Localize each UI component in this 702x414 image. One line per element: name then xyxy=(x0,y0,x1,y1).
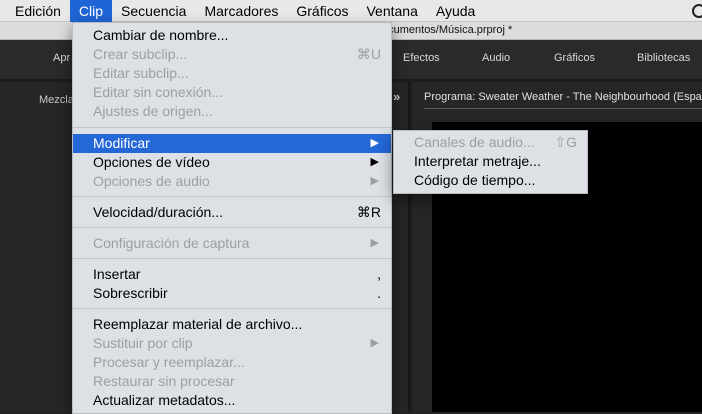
tab-underline xyxy=(424,108,702,109)
program-monitor-title[interactable]: Programa: Sweater Weather - The Neighbou… xyxy=(424,91,702,103)
menu-item-sobrescribir[interactable]: Sobrescribir . xyxy=(73,284,391,303)
menubar-secuencia[interactable]: Secuencia xyxy=(112,0,195,22)
menu-item-label: Velocidad/duración... xyxy=(93,204,223,220)
workspace-tab-graficos[interactable]: Gráficos xyxy=(554,52,595,64)
menu-item-label: Sobrescribir xyxy=(93,285,168,301)
menubar-marcadores[interactable]: Marcadores xyxy=(195,0,287,22)
menu-item-label: Editar sin conexión... xyxy=(93,84,223,100)
menu-item-label: Actualizar metadatos... xyxy=(93,392,236,408)
menu-item-label: Configuración de captura xyxy=(93,235,250,251)
menu-separator xyxy=(73,196,391,197)
menu-item-ajustes-origen: Ajustes de origen... xyxy=(73,102,391,121)
menubar-clip[interactable]: Clip xyxy=(69,0,113,22)
menu-item-label: Restaurar sin procesar xyxy=(93,373,235,389)
menu-item-shortcut: ⇧G xyxy=(554,134,577,150)
submenu-arrow-icon: ▶ xyxy=(370,337,379,349)
menu-item-label: Editar subclip... xyxy=(93,65,189,81)
workspace-tab-bibliotecas[interactable]: Bibliotecas xyxy=(637,52,690,64)
clip-menu: Cambiar de nombre... Crear subclip... ⌘U… xyxy=(72,22,392,414)
submenu-item-canales-audio: Canales de audio... ⇧G xyxy=(394,133,587,152)
menu-item-velocidad-duracion[interactable]: Velocidad/duración... ⌘R xyxy=(73,203,391,222)
menu-item-shortcut: . xyxy=(377,285,381,301)
menu-item-shortcut: ⌘R xyxy=(356,204,381,220)
menu-item-restaurar-sin-procesar: Restaurar sin procesar xyxy=(73,372,391,391)
mixer-tab-label[interactable]: Mezcla xyxy=(39,94,74,106)
menu-item-insertar[interactable]: Insertar , xyxy=(73,265,391,284)
workspace-tab-efectos[interactable]: Efectos xyxy=(403,52,440,64)
menu-item-label: Insertar xyxy=(93,266,141,282)
menu-item-crear-subclip: Crear subclip... ⌘U xyxy=(73,45,391,64)
menu-item-cambiar-nombre[interactable]: Cambiar de nombre... xyxy=(73,26,391,45)
menu-item-modificar[interactable]: Modificar ▶ xyxy=(73,134,391,153)
status-icon[interactable] xyxy=(692,4,702,18)
menu-item-reemplazar-material[interactable]: Reemplazar material de archivo... xyxy=(73,315,391,334)
workspace-tab-aprendizaje[interactable]: Apr xyxy=(53,52,70,64)
menu-item-label: Cambiar de nombre... xyxy=(93,27,229,43)
panel-overflow-icon[interactable]: » xyxy=(393,89,400,104)
menu-item-editar-subclip: Editar subclip... xyxy=(73,64,391,83)
menu-item-label: Crear subclip... xyxy=(93,46,188,62)
menu-item-label: Canales de audio... xyxy=(414,134,535,150)
menu-item-label: Interpretar metraje... xyxy=(414,153,541,169)
submenu-item-interpretar-metraje[interactable]: Interpretar metraje... xyxy=(394,152,587,171)
menu-separator xyxy=(73,127,391,128)
submenu-item-codigo-tiempo[interactable]: Código de tiempo... xyxy=(394,171,587,190)
workspace-tab-audio[interactable]: Audio xyxy=(482,52,510,64)
submenu-arrow-icon: ▶ xyxy=(370,175,379,187)
menu-item-label: Sustituir por clip xyxy=(93,335,193,351)
menu-item-opciones-audio: Opciones de audio ▶ xyxy=(73,172,391,191)
modificar-submenu: Canales de audio... ⇧G Interpretar metra… xyxy=(393,130,588,194)
menu-item-editar-sin-conexion: Editar sin conexión... xyxy=(73,83,391,102)
menu-separator xyxy=(73,258,391,259)
menubar-ayuda[interactable]: Ayuda xyxy=(427,0,484,22)
menu-item-shortcut: ⌘U xyxy=(356,46,381,62)
menu-separator xyxy=(73,227,391,228)
submenu-arrow-icon: ▶ xyxy=(370,137,379,149)
menubar-graficos[interactable]: Gráficos xyxy=(287,0,357,22)
menu-item-opciones-video[interactable]: Opciones de vídeo ▶ xyxy=(73,153,391,172)
menu-item-label: Modificar xyxy=(93,135,150,151)
menubar-edicion[interactable]: Edición xyxy=(0,0,70,22)
menu-item-label: Opciones de vídeo xyxy=(93,154,210,170)
menu-item-actualizar-metadatos[interactable]: Actualizar metadatos... xyxy=(73,391,391,410)
menu-item-label: Código de tiempo... xyxy=(414,172,536,188)
window-title: ocumentos/Música.prproj * xyxy=(382,24,513,36)
submenu-arrow-icon: ▶ xyxy=(370,237,379,249)
menu-item-label: Reemplazar material de archivo... xyxy=(93,316,303,332)
menu-separator xyxy=(73,308,391,309)
menu-item-sustituir-por-clip: Sustituir por clip ▶ xyxy=(73,334,391,353)
submenu-arrow-icon: ▶ xyxy=(370,156,379,168)
menu-item-procesar-reemplazar: Procesar y reemplazar... xyxy=(73,353,391,372)
menu-item-label: Procesar y reemplazar... xyxy=(93,354,245,370)
menu-bar: Edición Clip Secuencia Marcadores Gráfic… xyxy=(0,0,702,22)
menu-item-label: Opciones de audio xyxy=(93,173,210,189)
menu-item-label: Ajustes de origen... xyxy=(93,103,213,119)
menu-item-shortcut: , xyxy=(377,266,381,282)
menubar-ventana[interactable]: Ventana xyxy=(357,0,426,22)
menu-item-configuracion-captura: Configuración de captura ▶ xyxy=(73,234,391,253)
